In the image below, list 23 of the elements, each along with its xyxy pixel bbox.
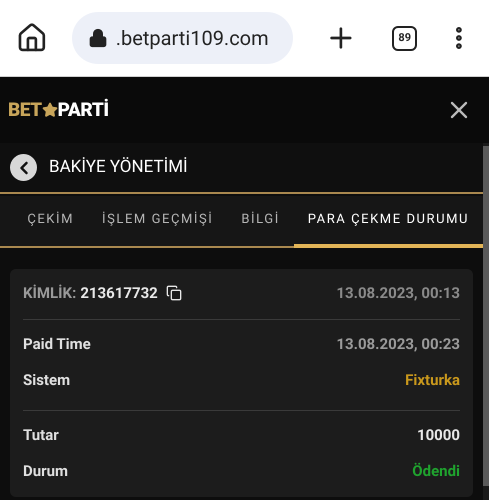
- created-time: 13.08.2023, 00:13: [336, 282, 460, 304]
- row-value: 10000: [416, 424, 460, 446]
- row-value: Fixturka: [405, 370, 460, 391]
- row-label: Sistem: [23, 370, 70, 391]
- row-value: Ödendi: [412, 460, 460, 482]
- tab[interactable]: BİLGİ: [227, 196, 294, 248]
- back-button[interactable]: [10, 154, 37, 181]
- id-label: KİMLİK:: [23, 282, 76, 304]
- page-title: BAKİYE YÖNETİMİ: [49, 156, 188, 179]
- row-label: Paid Time: [23, 334, 91, 355]
- home-icon[interactable]: [16, 22, 48, 54]
- tab[interactable]: İŞLEM GEÇMİŞİ: [88, 196, 228, 248]
- copy-icon[interactable]: [166, 285, 182, 301]
- tab[interactable]: ÇEKİM: [13, 196, 88, 248]
- id-value: 213617732: [80, 282, 158, 304]
- logo: BET PARTİ: [8, 96, 109, 123]
- row-label: Tutar: [23, 424, 59, 446]
- row-value: 13.08.2023, 00:23: [336, 334, 460, 355]
- address-bar[interactable]: .betparti109.com: [72, 12, 293, 64]
- row-label: Durum: [23, 460, 68, 482]
- scrollbar[interactable]: [483, 146, 489, 486]
- lock-icon: [88, 28, 108, 48]
- tab-count-button[interactable]: 89: [392, 26, 418, 50]
